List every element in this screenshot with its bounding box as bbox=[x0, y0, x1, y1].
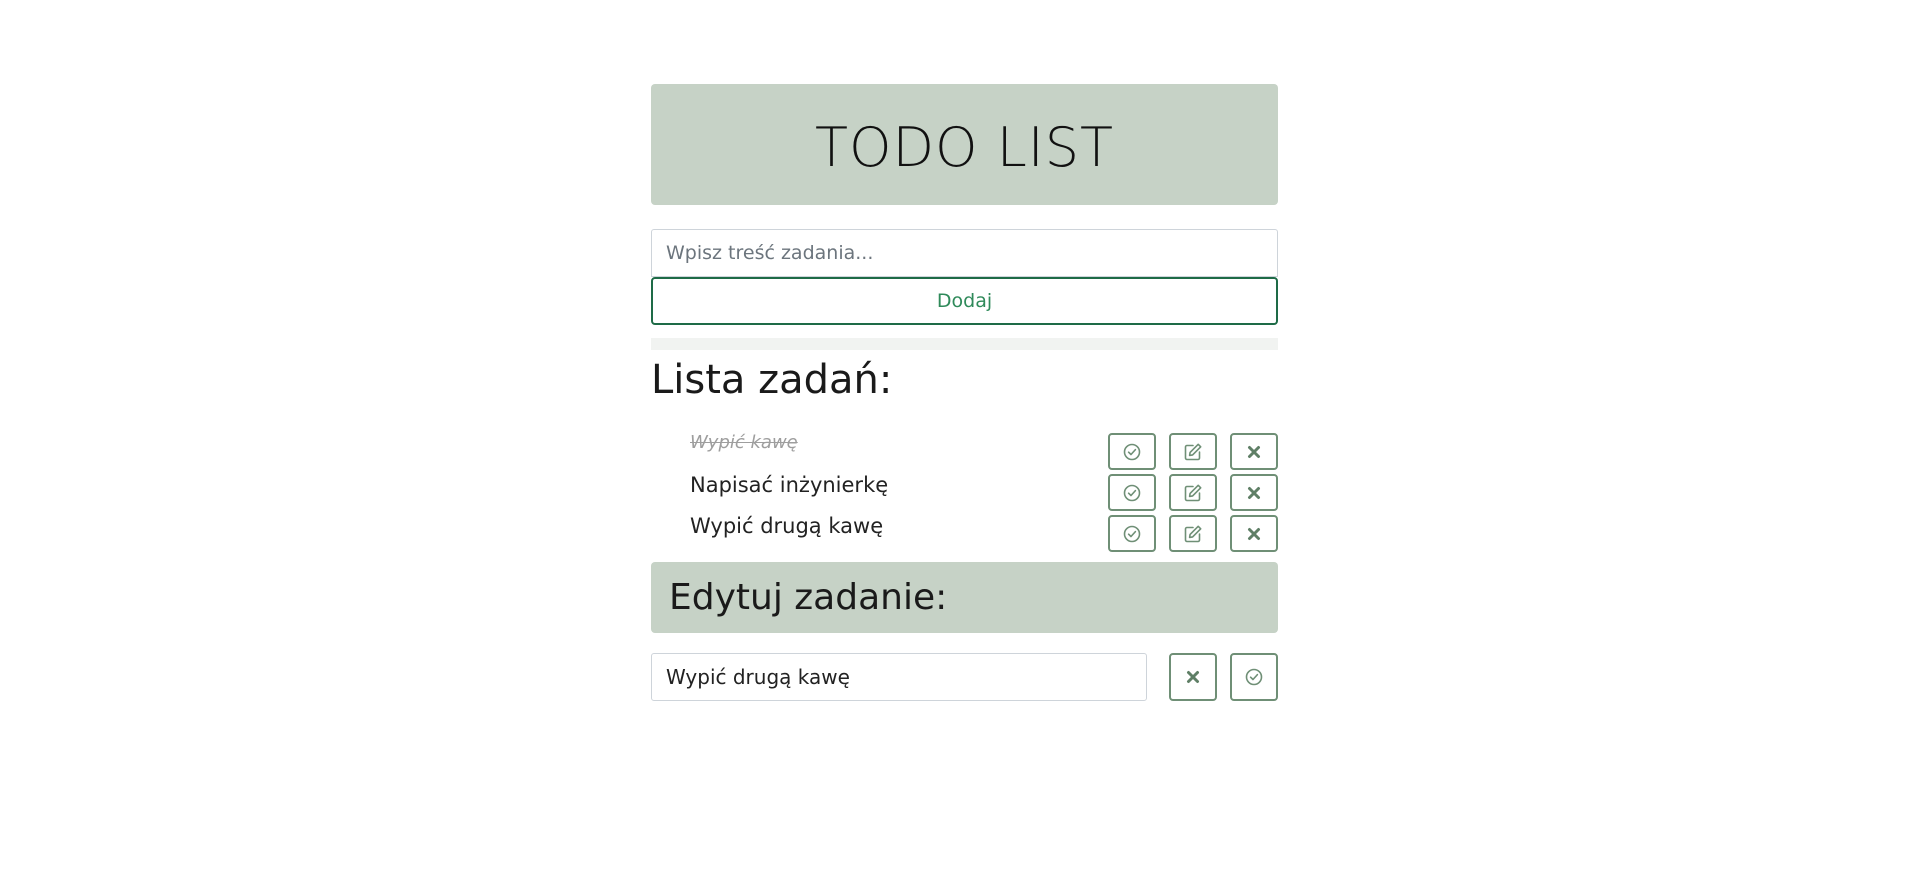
delete-task-button[interactable] bbox=[1230, 515, 1278, 552]
edit-actions bbox=[1169, 653, 1278, 701]
edit-task-button[interactable] bbox=[1169, 433, 1217, 470]
pencil-square-icon bbox=[1184, 525, 1202, 542]
x-icon bbox=[1248, 445, 1260, 458]
pencil-square-icon bbox=[1184, 443, 1202, 460]
app-header: TODO LIST bbox=[651, 84, 1278, 205]
task-text: Napisać inżynierkę bbox=[690, 473, 889, 497]
edit-task-title: Edytuj zadanie: bbox=[669, 577, 948, 618]
divider bbox=[651, 338, 1278, 350]
todo-app: TODO LIST Dodaj Lista zadań: Wypić kawę bbox=[651, 84, 1278, 701]
task-item: Wypić kawę bbox=[651, 430, 1278, 470]
check-circle-icon bbox=[1123, 484, 1141, 501]
complete-task-button[interactable] bbox=[1108, 433, 1156, 470]
complete-task-button[interactable] bbox=[1108, 515, 1156, 552]
task-item: Napisać inżynierkę bbox=[651, 471, 1278, 511]
x-icon bbox=[1187, 671, 1199, 683]
new-task-input[interactable] bbox=[651, 229, 1278, 277]
edit-task-input[interactable] bbox=[651, 653, 1147, 701]
task-actions bbox=[1108, 474, 1278, 511]
delete-task-button[interactable] bbox=[1230, 474, 1278, 511]
check-circle-icon bbox=[1123, 525, 1141, 542]
edit-task-button[interactable] bbox=[1169, 515, 1217, 552]
complete-task-button[interactable] bbox=[1108, 474, 1156, 511]
x-icon bbox=[1248, 486, 1260, 499]
task-text: Wypić kawę bbox=[690, 432, 798, 453]
app-title: TODO LIST bbox=[814, 116, 1114, 179]
edit-task-button[interactable] bbox=[1169, 474, 1217, 511]
task-list: Wypić kawę Napisać inżynierkę Wypić drug… bbox=[651, 430, 1278, 552]
edit-task-header: Edytuj zadanie: bbox=[651, 562, 1278, 633]
task-actions bbox=[1108, 433, 1278, 470]
task-list-title: Lista zadań: bbox=[651, 357, 893, 403]
add-task-button[interactable]: Dodaj bbox=[651, 277, 1278, 325]
task-actions bbox=[1108, 515, 1278, 552]
cancel-edit-button[interactable] bbox=[1169, 653, 1217, 701]
task-text: Wypić drugą kawę bbox=[690, 514, 884, 538]
task-item: Wypić drugą kawę bbox=[651, 512, 1278, 552]
check-circle-icon bbox=[1123, 443, 1141, 460]
check-circle-icon bbox=[1245, 668, 1263, 686]
x-icon bbox=[1248, 527, 1260, 540]
save-edit-button[interactable] bbox=[1230, 653, 1278, 701]
pencil-square-icon bbox=[1184, 484, 1202, 501]
delete-task-button[interactable] bbox=[1230, 433, 1278, 470]
edit-task-row bbox=[651, 653, 1278, 701]
